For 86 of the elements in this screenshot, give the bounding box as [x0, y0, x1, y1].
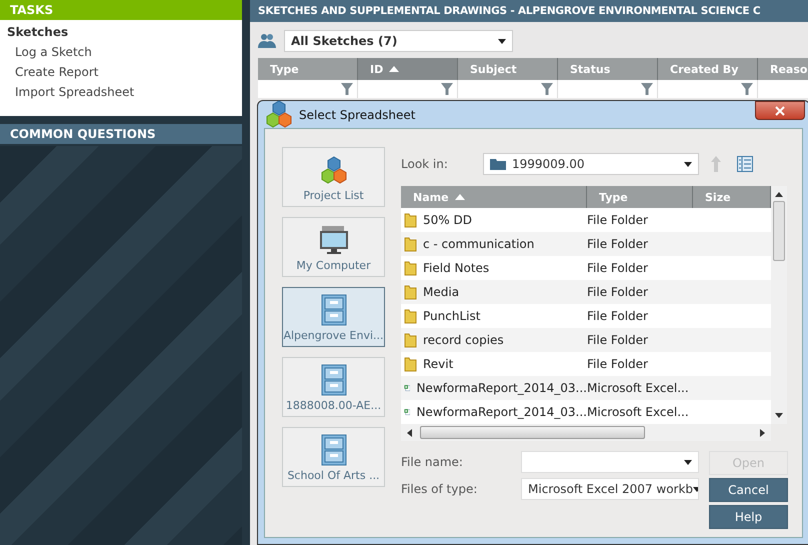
- scroll-left-icon: [407, 428, 412, 436]
- folder-icon: [404, 260, 417, 276]
- file-type: Microsoft Excel...: [587, 405, 689, 419]
- file-name: 50% DD: [423, 213, 472, 227]
- caret-icon: [684, 162, 692, 166]
- dialog-button[interactable]: Help: [709, 505, 788, 529]
- file-type: File Folder: [587, 261, 648, 275]
- scroll-right-icon: [760, 428, 765, 436]
- folder-icon: [404, 332, 417, 348]
- task-link[interactable]: Create Report: [0, 62, 242, 82]
- filter-icon[interactable]: [741, 83, 753, 95]
- common-questions-header: COMMON QUESTIONS: [0, 124, 242, 144]
- view-dropdown[interactable]: All Sketches (7): [284, 30, 513, 52]
- file-row[interactable]: PunchList File Folder: [401, 304, 771, 328]
- page-title: SKETCHES AND SUPPLEMENTAL DRAWINGS - ALPENGROVE ENVIRONMENTAL SCIENCE C: [250, 0, 808, 22]
- file-row[interactable]: 50% DD File Folder: [401, 208, 771, 232]
- file-type: File Folder: [587, 285, 648, 299]
- caret-icon: [498, 38, 506, 44]
- place-button[interactable]: Project List: [282, 147, 385, 207]
- file-cabinet-icon: [320, 434, 346, 466]
- file-type: File Folder: [587, 333, 648, 347]
- file-type: Microsoft Excel...: [587, 381, 689, 395]
- view-list-icon[interactable]: [737, 156, 753, 172]
- place-button[interactable]: School Of Arts ...: [282, 427, 385, 487]
- task-link[interactable]: Import Spreadsheet: [0, 82, 242, 102]
- scroll-thumb[interactable]: [420, 426, 645, 439]
- close-button[interactable]: [755, 101, 805, 120]
- file-name: NewformaReport_2014_03...: [416, 405, 587, 419]
- file-name: record copies: [423, 333, 504, 347]
- horizontal-scrollbar[interactable]: [401, 424, 771, 441]
- scroll-thumb[interactable]: [773, 201, 785, 261]
- scroll-up-icon: [775, 192, 783, 197]
- folder-icon: [404, 236, 417, 252]
- sort-ascending-icon: [454, 194, 465, 200]
- file-name-label: File name:: [401, 455, 464, 469]
- folder-icon: [404, 212, 417, 228]
- close-icon: [775, 106, 785, 116]
- place-button[interactable]: Alpengrove Envi...: [282, 287, 385, 347]
- computer-icon: [318, 224, 350, 256]
- task-link[interactable]: Log a Sketch: [0, 42, 242, 62]
- file-type: File Folder: [587, 357, 648, 371]
- folder-icon: [404, 308, 417, 324]
- file-name-field[interactable]: [521, 451, 699, 473]
- file-row[interactable]: NewformaReport_2014_03...Microsoft Excel...: [401, 400, 771, 424]
- filter-icon[interactable]: [441, 83, 453, 95]
- file-name: Field Notes: [423, 261, 490, 275]
- folder-icon: [404, 284, 417, 300]
- hexagons-icon: [318, 156, 348, 186]
- file-type: File Folder: [587, 309, 648, 323]
- file-row[interactable]: NewformaReport_2014_03...Microsoft Excel...: [401, 376, 771, 400]
- people-icon: [258, 33, 276, 49]
- file-name: Revit: [423, 357, 454, 371]
- file-cabinet-icon: [320, 294, 346, 326]
- file-row[interactable]: Revit File Folder: [401, 352, 771, 376]
- sort-ascending-icon: [389, 66, 400, 72]
- section-title: Sketches: [6, 25, 70, 41]
- place-button[interactable]: 1888008.00-AE...: [282, 357, 385, 417]
- tasks-header: TASKS: [0, 0, 242, 20]
- file-row[interactable]: c - communication File Folder: [401, 232, 771, 256]
- file-type-dropdown[interactable]: Microsoft Excel 2007 workb: [521, 478, 699, 500]
- filter-icon[interactable]: [341, 83, 353, 95]
- column-header[interactable]: ID: [358, 58, 458, 80]
- dialog-title: Select Spreadsheet: [299, 108, 416, 122]
- file-type-label: Files of type:: [401, 482, 478, 496]
- hexagons-icon: [264, 100, 294, 130]
- look-in-dropdown[interactable]: 1999009.00: [483, 153, 699, 175]
- filter-icon[interactable]: [541, 83, 553, 95]
- file-row[interactable]: Media File Folder: [401, 280, 771, 304]
- vertical-scrollbar[interactable]: [771, 186, 787, 424]
- filter-icon[interactable]: [641, 83, 653, 95]
- folder-icon: [490, 158, 506, 170]
- look-in-label: Look in:: [401, 157, 449, 171]
- file-row[interactable]: Field Notes File Folder: [401, 256, 771, 280]
- file-type: File Folder: [587, 213, 648, 227]
- file-name: Media: [423, 285, 460, 299]
- file-type: File Folder: [587, 237, 648, 251]
- file-row[interactable]: record copies File Folder: [401, 328, 771, 352]
- file-name: c - communication: [423, 237, 534, 251]
- caret-icon: [684, 460, 692, 464]
- place-button[interactable]: My Computer: [282, 217, 385, 277]
- file-name: PunchList: [423, 309, 480, 323]
- file-name: NewformaReport_2014_03...: [416, 381, 587, 395]
- folder-icon: [404, 356, 417, 372]
- file-cabinet-icon: [320, 364, 346, 396]
- scroll-down-icon: [775, 413, 783, 418]
- dialog-button[interactable]: Cancel: [709, 478, 788, 502]
